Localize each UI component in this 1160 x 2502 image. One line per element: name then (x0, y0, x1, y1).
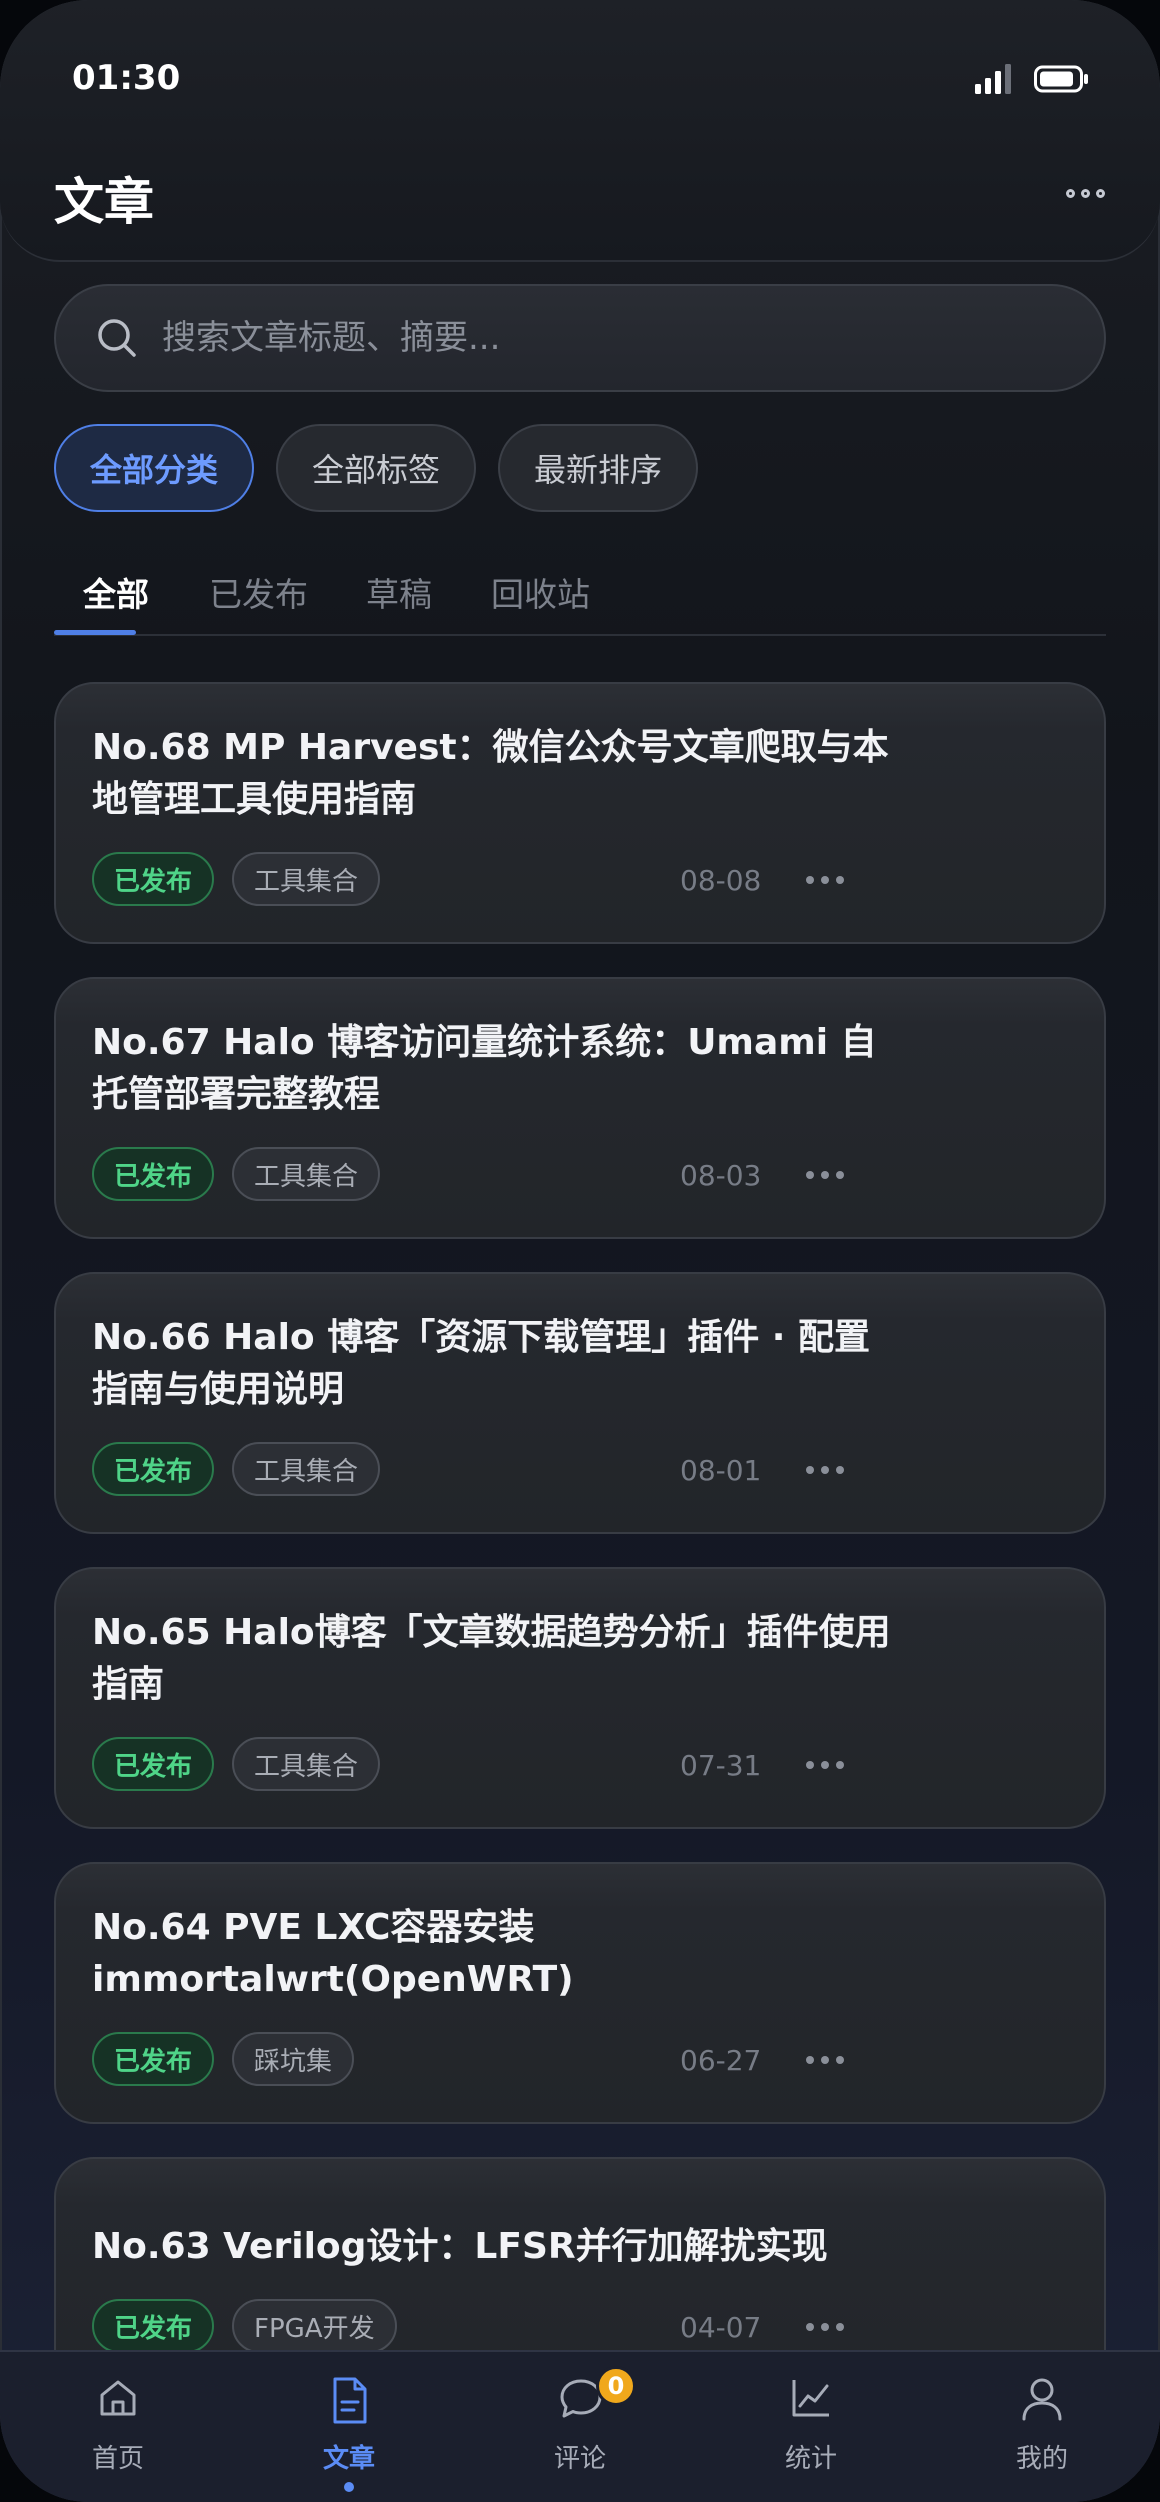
article-date: 08-03 (680, 1159, 762, 1192)
article-more-icon[interactable] (806, 876, 844, 884)
category-tag: FPGA开发 (232, 2299, 397, 2352)
article-card[interactable]: No.66 Halo 博客「资源下载管理」插件 · 配置指南与使用说明 已发布 … (54, 1272, 1106, 1534)
article-date: 08-08 (680, 864, 762, 897)
article-date: 06-27 (680, 2044, 762, 2077)
article-title: No.63 Verilog设计：LFSR并行加解扰实现 (92, 2226, 828, 2267)
filter-category[interactable]: 全部分类 (54, 424, 255, 512)
article-more-icon[interactable] (806, 1761, 844, 1769)
tab-underline (54, 630, 136, 635)
filter-chips: 全部分类 全部标签 最新排序 (54, 424, 699, 512)
status-badge: 已发布 (92, 2032, 215, 2086)
status-time: 01:30 (72, 58, 181, 98)
home-icon (100, 2380, 136, 2416)
article-more-icon[interactable] (806, 2056, 844, 2064)
nav-label: 统计 (784, 2444, 837, 2474)
nav-stats[interactable]: 统计 (711, 2352, 911, 2492)
search-icon (98, 319, 136, 357)
filter-sort[interactable]: 最新排序 (498, 424, 699, 512)
active-indicator-dot (344, 2482, 354, 2492)
status-badge: 已发布 (92, 1147, 215, 1201)
nav-label: 首页 (91, 2444, 144, 2474)
status-badge: 已发布 (92, 852, 215, 906)
category-tag: 工具集合 (232, 852, 381, 906)
more-options-button[interactable] (1066, 176, 1116, 210)
battery-icon (1034, 65, 1088, 93)
nav-profile[interactable]: 我的 (942, 2352, 1142, 2492)
article-card[interactable]: No.68 MP Harvest：微信公众号文章爬取与本地管理工具使用指南 已发… (54, 682, 1106, 944)
search-bar[interactable] (54, 284, 1106, 392)
article-date: 08-01 (680, 1454, 762, 1487)
nav-label: 评论 (553, 2444, 606, 2474)
article-title: No.67 Halo 博客访问量统计系统：Umami 自托管部署完整教程 (92, 1022, 877, 1115)
more-dot-icon (1066, 188, 1075, 198)
tab-drafts[interactable]: 草稿 (366, 568, 432, 616)
search-input[interactable] (162, 318, 1022, 358)
chart-icon (792, 2380, 829, 2417)
nav-home[interactable]: 首页 (18, 2352, 218, 2492)
phone-screen: 01:30 文章 全部分类 全部标签 最新排序 全部 (0, 0, 1160, 2502)
app-header: 01:30 文章 (0, 0, 1160, 262)
nav-label: 我的 (1015, 2444, 1068, 2474)
article-card[interactable]: No.67 Halo 博客访问量统计系统：Umami 自托管部署完整教程 已发布… (54, 977, 1106, 1239)
article-title: No.65 Halo博客「文章数据趋势分析」插件使用指南 (92, 1612, 891, 1705)
article-more-icon[interactable] (806, 2323, 844, 2331)
article-more-icon[interactable] (806, 1466, 844, 1474)
page-title: 文章 (54, 173, 154, 231)
status-badge: 已发布 (92, 1442, 215, 1496)
signal-icon (975, 64, 1011, 94)
status-badge: 已发布 (92, 1737, 215, 1791)
status-tabs: 全部 已发布 草稿 回收站 (54, 560, 1106, 636)
article-card[interactable]: No.64 PVE LXC容器安装immortalwrt(OpenWRT) 已发… (54, 1862, 1106, 2124)
article-date: 04-07 (680, 2311, 762, 2344)
article-card[interactable]: No.65 Halo博客「文章数据趋势分析」插件使用指南 已发布 工具集合 07… (54, 1567, 1106, 1829)
more-dot-icon (1081, 188, 1090, 198)
article-more-icon[interactable] (806, 1171, 844, 1179)
article-date: 07-31 (680, 1749, 762, 1782)
status-badge: 已发布 (92, 2299, 215, 2352)
bottom-navigation: 首页 文章 0 评论 统计 我的 (0, 2350, 1160, 2502)
filter-tag[interactable]: 全部标签 (276, 424, 477, 512)
article-title: No.66 Halo 博客「资源下载管理」插件 · 配置指南与使用说明 (92, 1317, 870, 1410)
category-tag: 踩坑集 (232, 2032, 355, 2086)
article-list: No.68 MP Harvest：微信公众号文章爬取与本地管理工具使用指南 已发… (54, 682, 1106, 2352)
nav-comments[interactable]: 0 评论 (480, 2352, 680, 2492)
article-title: No.68 MP Harvest：微信公众号文章爬取与本地管理工具使用指南 (92, 727, 889, 820)
category-tag: 工具集合 (232, 1737, 381, 1791)
more-dot-icon (1096, 188, 1105, 198)
nav-label: 文章 (322, 2444, 375, 2474)
category-tag: 工具集合 (232, 1147, 381, 1201)
category-tag: 工具集合 (232, 1442, 381, 1496)
user-icon (1022, 2378, 1062, 2421)
tab-published[interactable]: 已发布 (209, 568, 308, 616)
article-title: No.64 PVE LXC容器安装immortalwrt(OpenWRT) (92, 1907, 574, 2000)
tab-trash[interactable]: 回收站 (491, 568, 590, 616)
notification-badge: 0 (596, 2366, 636, 2406)
document-icon (333, 2377, 367, 2424)
nav-articles[interactable]: 文章 (249, 2352, 449, 2492)
article-card[interactable]: No.63 Verilog设计：LFSR并行加解扰实现 已发布 FPGA开发 0… (54, 2157, 1106, 2352)
tab-all[interactable]: 全部 (83, 568, 149, 616)
